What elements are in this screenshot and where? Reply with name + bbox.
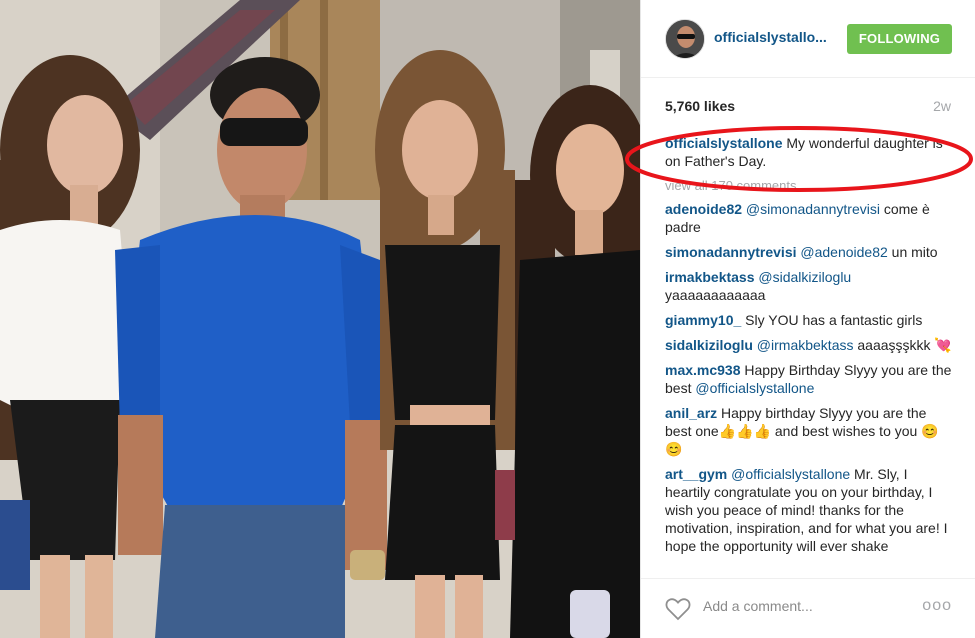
following-button[interactable]: FOLLOWING — [847, 24, 952, 54]
comments-inner: adenoide82 @simonadannytrevisi come è pa… — [665, 200, 955, 562]
comment-mention[interactable]: @simonadannytrevisi — [746, 201, 880, 217]
comment-text: Sly YOU has a fantastic girls — [741, 312, 923, 328]
comment-username[interactable]: art__gym — [665, 466, 727, 482]
heart-icon[interactable] — [665, 597, 691, 621]
profile-picture — [666, 20, 704, 58]
post-username[interactable]: officialslystallo... — [714, 29, 827, 45]
likes-count[interactable]: 5,760 likes — [665, 98, 735, 114]
comment-text: aaaaşşşkkk 💘 — [853, 337, 952, 353]
comment-username[interactable]: max.mc938 — [665, 362, 741, 378]
view-all-comments-link[interactable]: view all 170 comments — [665, 177, 955, 195]
post-header: officialslystallo... FOLLOWING — [641, 0, 975, 78]
post-footer: Add a comment... ooo — [641, 578, 975, 638]
comment-mention[interactable]: @adenoide82 — [800, 244, 887, 260]
comment-item: giammy10_ Sly YOU has a fantastic girls — [665, 311, 955, 329]
add-comment-input[interactable]: Add a comment... — [703, 598, 813, 614]
comment-username[interactable]: giammy10_ — [665, 312, 741, 328]
comment-mention[interactable]: @officialslystallone — [695, 380, 814, 396]
comment-item: max.mc938 Happy Birthday Slyyy you are t… — [665, 361, 955, 397]
comment-username[interactable]: adenoide82 — [665, 201, 742, 217]
comment-text: yaaaaaaaaaaaa — [665, 287, 766, 303]
comment-item: anil_arz Happy birthday Slyyy you are th… — [665, 404, 955, 458]
comment-mention[interactable]: @officialslystallone — [731, 466, 850, 482]
avatar[interactable] — [665, 19, 705, 59]
caption: officialslystallone My wonderful daughte… — [665, 134, 955, 170]
caption-section: officialslystallone My wonderful daughte… — [665, 134, 955, 198]
comment-username[interactable]: simonadannytrevisi — [665, 244, 797, 260]
comment-mention[interactable]: @irmakbektass — [757, 337, 854, 353]
comments-list[interactable]: adenoide82 @simonadannytrevisi come è pa… — [641, 200, 975, 578]
family-photo-image — [0, 0, 640, 638]
comment-mention[interactable]: @sidalkiziloglu — [758, 269, 851, 285]
post-details-panel: officialslystallo... FOLLOWING 5,760 lik… — [640, 0, 975, 638]
comment-item: irmakbektass @sidalkiziloglu yaaaaaaaaaa… — [665, 268, 955, 304]
comment-item: sidalkiziloglu @irmakbektass aaaaşşşkkk … — [665, 336, 955, 354]
post-age: 2w — [933, 98, 951, 114]
comment-item: simonadannytrevisi @adenoide82 un mito — [665, 243, 955, 261]
comment-username[interactable]: anil_arz — [665, 405, 717, 421]
more-options-icon[interactable]: ooo — [922, 597, 952, 615]
comment-text: un mito — [887, 244, 938, 260]
comment-username[interactable]: sidalkiziloglu — [665, 337, 753, 353]
post-photo[interactable] — [0, 0, 640, 638]
comment-username[interactable]: irmakbektass — [665, 269, 755, 285]
comment-item: art__gym @officialslystallone Mr. Sly, I… — [665, 465, 955, 555]
comment-item: adenoide82 @simonadannytrevisi come è pa… — [665, 200, 955, 236]
caption-username[interactable]: officialslystallone — [665, 135, 782, 151]
